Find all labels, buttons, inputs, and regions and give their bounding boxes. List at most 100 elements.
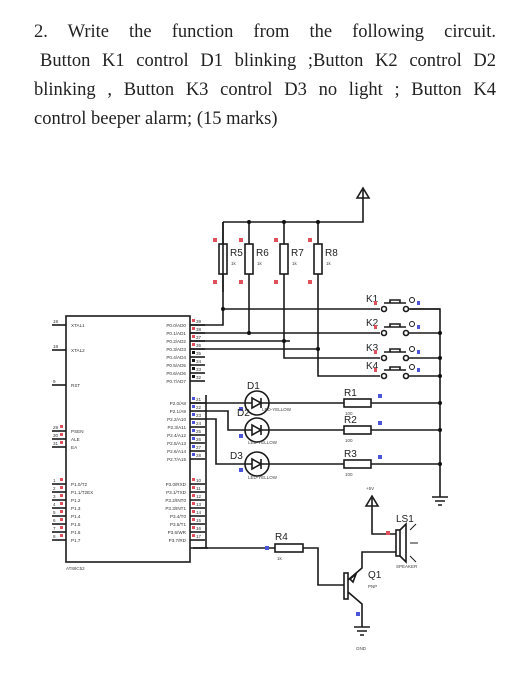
mcu-right-pins: 39 P0.0/AD0 38 P0.1/AD1 37 P0.2/AD2 36 P0.3/AD3… xyxy=(165,319,205,543)
ls1-type: SPEAKER xyxy=(396,564,418,569)
svg-text:R5: R5 xyxy=(230,248,243,259)
svg-text:P1.3: P1.3 xyxy=(71,506,81,511)
pullup-r6: R61k xyxy=(239,220,269,292)
svg-text:LED-YELLOW: LED-YELLOW xyxy=(262,407,292,412)
svg-text:2: 2 xyxy=(53,486,56,491)
svg-text:37: 37 xyxy=(196,335,202,340)
svg-text:5: 5 xyxy=(53,510,56,515)
svg-text:P0.1/AD1: P0.1/AD1 xyxy=(166,331,186,336)
svg-text:D3: D3 xyxy=(230,451,243,462)
svg-text:29: 29 xyxy=(53,425,59,430)
svg-text:13: 13 xyxy=(196,502,202,507)
svg-text:P1.7: P1.7 xyxy=(71,538,81,543)
svg-text:7: 7 xyxy=(53,526,56,531)
svg-text:38: 38 xyxy=(196,327,202,332)
svg-text:33: 33 xyxy=(196,367,202,372)
svg-text:P0.3/AD3: P0.3/AD3 xyxy=(166,347,186,352)
svg-text:RST: RST xyxy=(71,383,80,388)
led-resistor-r3: R3 100 xyxy=(269,449,440,477)
transistor-q1: Q1 PNP GND xyxy=(343,551,396,651)
svg-text:16: 16 xyxy=(196,526,202,531)
svg-text:26: 26 xyxy=(196,437,202,442)
svg-text:P2.6/A14: P2.6/A14 xyxy=(167,449,186,454)
mcu-pin-ea: 31 EA xyxy=(52,441,78,450)
svg-text:30: 30 xyxy=(53,433,59,438)
svg-text:P0.0/AD0: P0.0/AD0 xyxy=(166,323,186,328)
mcu-name: AT89C52 xyxy=(66,566,85,571)
svg-text:1k: 1k xyxy=(231,261,237,266)
svg-text:9: 9 xyxy=(53,379,56,384)
svg-text:P1.1/T2EX: P1.1/T2EX xyxy=(71,490,93,495)
svg-text:P0.4/AD4: P0.4/AD4 xyxy=(166,355,186,360)
svg-text:P3.3/INT1: P3.3/INT1 xyxy=(165,506,186,511)
svg-text:18: 18 xyxy=(53,344,59,349)
svg-text:6: 6 xyxy=(53,518,56,523)
svg-text:10: 10 xyxy=(196,478,202,483)
svg-text:8: 8 xyxy=(53,534,56,539)
svg-text:21: 21 xyxy=(196,397,202,402)
svg-text:LED-YELLOW: LED-YELLOW xyxy=(248,475,278,480)
svg-text:32: 32 xyxy=(196,375,202,380)
svg-text:P3.2/INT0: P3.2/INT0 xyxy=(165,498,186,503)
mcu-pin-xtal2: 18 XTAL2 xyxy=(52,344,85,353)
svg-text:3: 3 xyxy=(53,494,56,499)
svg-text:100: 100 xyxy=(345,472,353,477)
svg-text:EA: EA xyxy=(71,445,78,450)
svg-text:P2.3/A11: P2.3/A11 xyxy=(167,425,186,430)
svg-text:P1.6: P1.6 xyxy=(71,530,81,535)
svg-text:XTAL1: XTAL1 xyxy=(71,323,85,328)
mcu-left-pins: 19 XTAL1 18 XTAL2 9 RST 29 PSEN 30 ALE 31 EA 1 P1.0/T… xyxy=(52,319,93,543)
svg-text:P3.4/T0: P3.4/T0 xyxy=(170,514,187,519)
svg-text:P1.4: P1.4 xyxy=(71,514,81,519)
svg-text:1k: 1k xyxy=(257,261,263,266)
pullup-r8: R81k xyxy=(308,220,338,292)
svg-text:100: 100 xyxy=(345,438,353,443)
svg-text:P0.6/AD6: P0.6/AD6 xyxy=(166,371,186,376)
svg-text:1k: 1k xyxy=(292,261,298,266)
svg-text:23: 23 xyxy=(196,413,202,418)
svg-text:P2.4/A12: P2.4/A12 xyxy=(167,433,186,438)
svg-text:17: 17 xyxy=(196,534,202,539)
svg-text:P2.5/A13: P2.5/A13 xyxy=(167,441,186,446)
svg-text:34: 34 xyxy=(196,359,202,364)
svg-text:27: 27 xyxy=(196,445,202,450)
svg-text:14: 14 xyxy=(196,510,202,515)
svg-text:P0.5/AD5: P0.5/AD5 xyxy=(166,363,186,368)
svg-text:28: 28 xyxy=(196,453,202,458)
speaker-ls1: +5V LS1 SPEAKER xyxy=(364,486,418,569)
svg-text:R8: R8 xyxy=(325,248,338,259)
svg-text:P2.1/A9: P2.1/A9 xyxy=(170,409,187,414)
q1-name: Q1 xyxy=(368,570,382,581)
svg-text:P1.5: P1.5 xyxy=(71,522,81,527)
svg-text:R7: R7 xyxy=(291,248,304,259)
svg-text:11: 11 xyxy=(196,486,201,491)
svg-text:35: 35 xyxy=(196,351,202,356)
mcu-at89c52: AT89C52 19XTAL118XTAL29RST29PSEN30ALE31E… xyxy=(52,315,205,571)
svg-text:P3.6/WR: P3.6/WR xyxy=(168,530,187,535)
led-resistor-r1: R1100 xyxy=(269,388,440,416)
r4-value: 1k xyxy=(277,556,283,561)
pullup-network: R51kR61kR71kR81k xyxy=(213,186,371,292)
svg-text:P1.2: P1.2 xyxy=(71,498,81,503)
svg-text:P0.2/AD2: P0.2/AD2 xyxy=(166,339,186,344)
svg-text:D2: D2 xyxy=(237,408,250,419)
svg-text:P2.7/A15: P2.7/A15 xyxy=(167,457,186,462)
vcc-rail xyxy=(223,190,364,223)
svg-text:P2.0/A8: P2.0/A8 xyxy=(170,401,187,406)
pullup-r7: R71k xyxy=(274,220,304,292)
svg-text:31: 31 xyxy=(53,441,59,446)
svg-text:R3: R3 xyxy=(344,449,357,460)
svg-text:36: 36 xyxy=(196,343,202,348)
svg-text:4: 4 xyxy=(53,502,56,507)
svg-text:24: 24 xyxy=(196,421,202,426)
svg-text:R6: R6 xyxy=(256,248,269,259)
svg-text:22: 22 xyxy=(196,405,202,410)
svg-text:XTAL2: XTAL2 xyxy=(71,348,85,353)
svg-text:PSEN: PSEN xyxy=(71,429,84,434)
svg-text:P1.0/T2: P1.0/T2 xyxy=(71,482,88,487)
svg-text:1: 1 xyxy=(53,478,56,483)
svg-text:12: 12 xyxy=(196,494,202,499)
svg-text:LED-YELLOW: LED-YELLOW xyxy=(248,440,278,445)
mcu-pin-p0-7-ad7: 32 P0.7/AD7 xyxy=(166,375,205,384)
svg-text:25: 25 xyxy=(196,429,202,434)
